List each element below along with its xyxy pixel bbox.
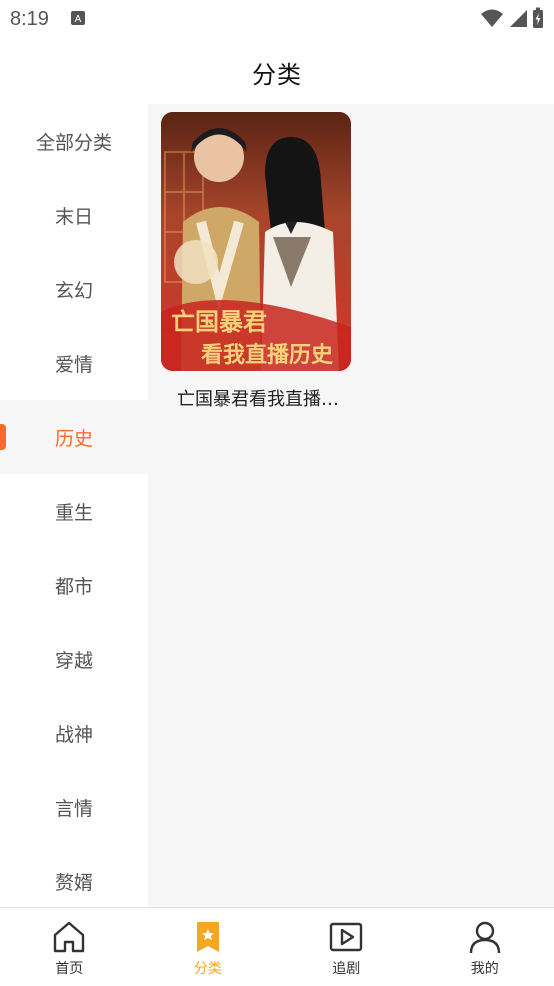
page-title: 分类 xyxy=(252,55,302,90)
bottom-nav: 首页 分类 追剧 我的 xyxy=(0,907,554,986)
sidebar-item-rebirth[interactable]: 重生 xyxy=(0,474,148,548)
sidebar-item-war-god[interactable]: 战神 xyxy=(0,696,148,770)
nav-label: 追剧 xyxy=(332,958,360,978)
poster-artwork: 亡国暴君 看我直播历史 xyxy=(161,112,351,371)
sidebar-item-all[interactable]: 全部分类 xyxy=(0,104,148,178)
sidebar-item-history[interactable]: 历史 xyxy=(0,400,148,474)
wifi-icon xyxy=(480,8,504,28)
nav-home[interactable]: 首页 xyxy=(0,908,139,986)
selected-indicator xyxy=(0,424,6,450)
play-icon xyxy=(329,920,363,954)
sidebar-item-time-travel[interactable]: 穿越 xyxy=(0,622,148,696)
nav-label: 我的 xyxy=(471,958,499,978)
sidebar-item-label: 赘婿 xyxy=(55,868,93,895)
sidebar-item-label: 穿越 xyxy=(55,646,93,673)
nav-category[interactable]: 分类 xyxy=(139,908,278,986)
svg-text:看我直播历史: 看我直播历史 xyxy=(201,342,334,368)
sidebar-item-label: 玄幻 xyxy=(55,276,93,303)
signal-icon xyxy=(508,8,528,28)
sidebar-item-label: 爱情 xyxy=(55,350,93,377)
sidebar-item-fantasy[interactable]: 玄幻 xyxy=(0,252,148,326)
sidebar-item-love-story[interactable]: 言情 xyxy=(0,770,148,844)
nav-label: 首页 xyxy=(55,958,83,978)
drama-poster[interactable]: 亡国暴君 看我直播历史 xyxy=(161,112,351,371)
nav-profile[interactable]: 我的 xyxy=(416,908,554,986)
sidebar-item-son-in-law[interactable]: 赘婿 xyxy=(0,844,148,908)
battery-icon xyxy=(532,7,544,29)
sidebar-item-label: 言情 xyxy=(55,794,93,821)
sidebar-item-doomsday[interactable]: 末日 xyxy=(0,178,148,252)
home-icon xyxy=(52,920,86,954)
sidebar-item-label: 全部分类 xyxy=(36,128,112,155)
nav-following[interactable]: 追剧 xyxy=(277,908,416,986)
sidebar-item-label: 战神 xyxy=(55,720,93,747)
svg-text:A: A xyxy=(75,14,82,25)
category-bookmark-icon xyxy=(191,920,225,954)
status-time: 8:19 xyxy=(10,8,49,31)
drama-card[interactable]: 亡国暴君 看我直播历史 亡国暴君看我直播历史 xyxy=(161,112,351,411)
svg-text:亡国暴君: 亡国暴君 xyxy=(171,307,267,336)
sidebar-item-label: 都市 xyxy=(55,572,93,599)
notification-icon: A xyxy=(70,10,86,26)
sidebar-item-label: 末日 xyxy=(55,202,93,229)
status-bar: 8:19 A xyxy=(0,0,554,40)
sidebar-item-label: 重生 xyxy=(55,498,93,525)
nav-label: 分类 xyxy=(194,958,222,978)
page-header: 分类 xyxy=(0,40,554,104)
sidebar-item-romance[interactable]: 爱情 xyxy=(0,326,148,400)
profile-icon xyxy=(468,920,502,954)
category-sidebar: 全部分类 末日 玄幻 爱情 历史 重生 都市 穿越 战神 言情 赘婿 xyxy=(0,104,148,908)
sidebar-item-urban[interactable]: 都市 xyxy=(0,548,148,622)
category-content: 亡国暴君 看我直播历史 亡国暴君看我直播历史 xyxy=(148,104,554,908)
drama-title[interactable]: 亡国暴君看我直播历史 xyxy=(161,385,351,411)
sidebar-item-label: 历史 xyxy=(55,424,93,451)
